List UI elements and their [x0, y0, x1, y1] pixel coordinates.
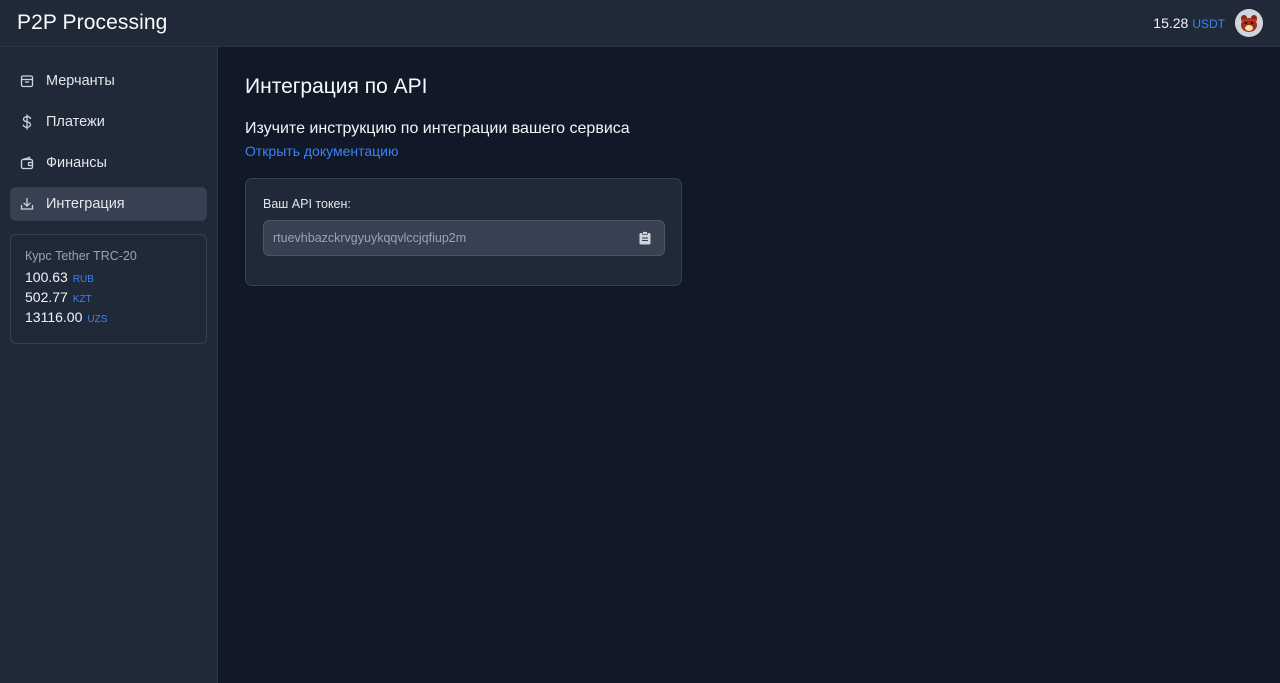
balance-currency: USDT	[1192, 17, 1225, 31]
sidebar-item-finance[interactable]: Финансы	[10, 146, 207, 180]
main-content: Интеграция по API Изучите инструкцию по …	[219, 48, 1280, 683]
rate-currency: UZS	[87, 314, 108, 325]
rate-row: 13116.00 UZS	[25, 309, 192, 325]
clipboard-icon[interactable]	[638, 230, 652, 246]
sidebar-item-label: Платежи	[46, 114, 105, 130]
sidebar-item-integration[interactable]: Интеграция	[10, 187, 207, 221]
rates-title: Курс Tether TRC-20	[25, 249, 137, 263]
api-token-card: Ваш API токен:	[245, 178, 682, 286]
sidebar-item-label: Интеграция	[46, 196, 125, 212]
sidebar-item-merchants[interactable]: Мерчанты	[10, 64, 207, 98]
store-icon	[19, 73, 35, 89]
sidebar: Мерчанты Платежи Финансы Интеграция Курс…	[0, 47, 218, 683]
balance: 15.28 USDT	[1153, 15, 1225, 31]
rate-value: 13116.00	[25, 309, 83, 325]
rate-row: 502.77 KZT	[25, 289, 192, 305]
dollar-icon	[19, 114, 35, 130]
api-token-label: Ваш API токен:	[263, 197, 351, 211]
integration-subtitle: Изучите инструкцию по интеграции вашего …	[245, 120, 630, 137]
open-documentation-link[interactable]: Открыть документацию	[245, 143, 398, 159]
rate-value: 502.77	[25, 289, 68, 305]
balance-value: 15.28	[1153, 15, 1189, 31]
brand-title: P2P Processing	[17, 11, 168, 34]
header-right: 15.28 USDT	[1153, 9, 1263, 37]
avatar[interactable]	[1235, 9, 1263, 37]
page-title: Интеграция по API	[245, 75, 428, 98]
api-token-input[interactable]	[273, 231, 623, 245]
api-token-field	[263, 220, 665, 256]
top-bar: P2P Processing 15.28 USDT	[0, 0, 1280, 47]
rate-row: 100.63 RUB	[25, 269, 192, 285]
rate-currency: RUB	[72, 274, 94, 285]
sidebar-item-payments[interactable]: Платежи	[10, 105, 207, 139]
rate-currency: KZT	[72, 294, 92, 305]
sidebar-item-label: Мерчанты	[46, 73, 115, 89]
download-icon	[19, 196, 35, 212]
sidebar-item-label: Финансы	[46, 155, 107, 171]
exchange-rates-card: Курс Tether TRC-20 100.63 RUB 502.77 KZT…	[10, 234, 207, 344]
wallet-icon	[19, 155, 35, 171]
rate-value: 100.63	[25, 269, 68, 285]
avatar-icon	[1235, 9, 1263, 37]
